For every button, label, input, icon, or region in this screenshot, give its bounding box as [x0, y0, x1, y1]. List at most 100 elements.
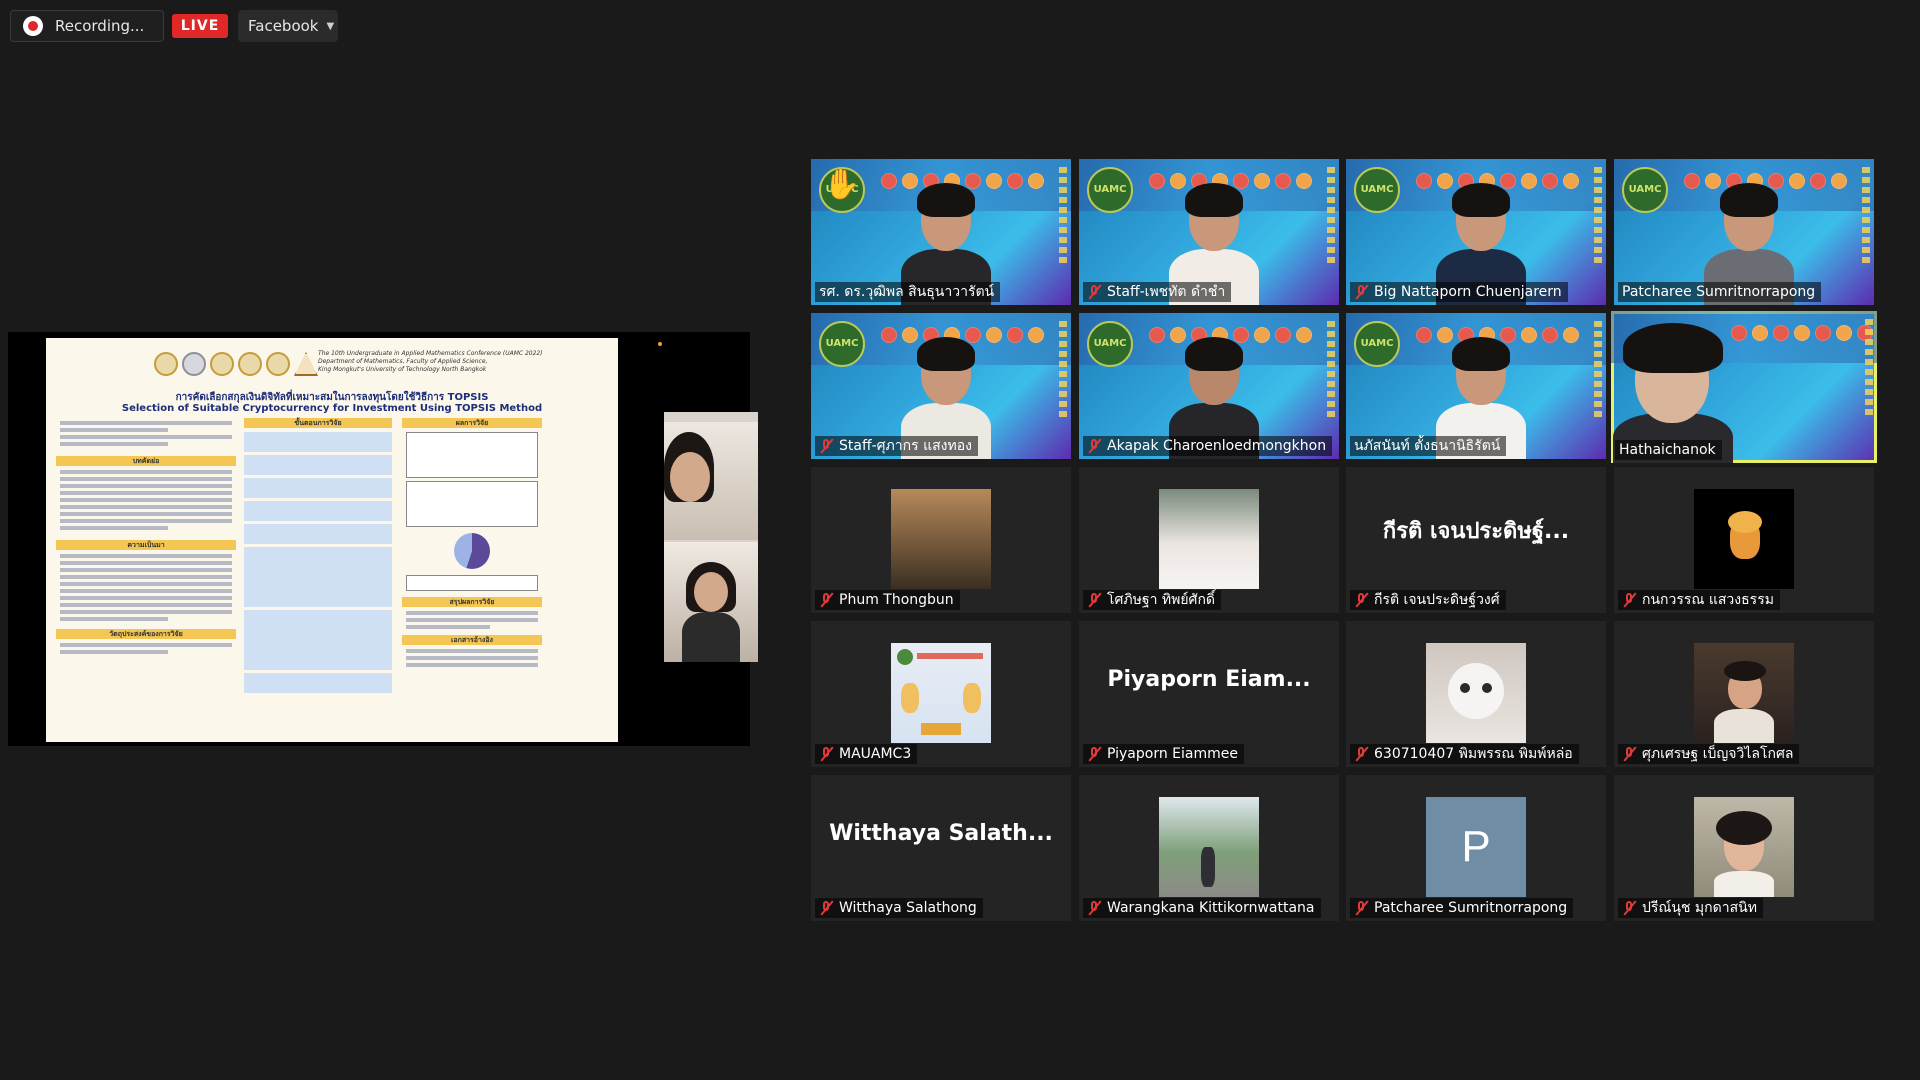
mic-muted-icon: [819, 439, 833, 453]
participant-tile[interactable]: Witthaya Salath... Witthaya Salathong: [811, 775, 1071, 921]
participant-name: 630710407 พิมพรรณ พิมพ์หล่อ: [1350, 744, 1579, 764]
mic-muted-icon: [819, 901, 833, 915]
poster-section-heading: เอกสารอ้างอิง: [402, 635, 542, 645]
raise-hand-icon: ✋: [823, 167, 861, 202]
poster-title-english: Selection of Suitable Cryptocurrency for…: [121, 403, 543, 414]
mic-muted-icon: [1622, 593, 1636, 607]
mic-muted-icon: [1354, 747, 1368, 761]
profile-photo: [1159, 489, 1259, 589]
participant-name: Akapak Charoenloedmongkhon: [1083, 436, 1333, 456]
participant-name: นภัสนันท์ ตั้งธนานิธิรัตน์: [1350, 436, 1507, 456]
poster-section-heading: วัตถุประสงค์ของการวิจัย: [56, 629, 236, 639]
participant-tile[interactable]: UAMC Big Nattaporn Chuenjarern: [1346, 159, 1606, 305]
recording-indicator[interactable]: Recording...: [10, 10, 164, 42]
uamc-logo: UAMC: [1087, 167, 1133, 213]
chevron-down-icon: ▼: [326, 20, 335, 32]
mic-muted-icon: [819, 747, 833, 761]
participant-name: Piyaporn Eiammee: [1083, 744, 1244, 764]
participant-tile[interactable]: UAMC Staff-ศุภากร แสงทอง: [811, 313, 1071, 459]
mic-muted-icon: [1087, 747, 1101, 761]
participant-tile[interactable]: กนกวรรณ แสวงธรรม: [1614, 467, 1874, 613]
participant-tile[interactable]: Warangkana Kittikornwattana: [1079, 775, 1339, 921]
logo-icon: [266, 352, 290, 376]
poster-section-heading: สรุปผลการวิจัย: [402, 597, 542, 607]
participant-name: Big Nattaporn Chuenjarern: [1350, 282, 1568, 302]
recording-label: Recording...: [55, 17, 145, 35]
logo-icon: [154, 352, 178, 376]
participant-tile[interactable]: Phum Thongbun: [811, 467, 1071, 613]
logo-icon: [210, 352, 234, 376]
mic-muted-icon: [1087, 439, 1101, 453]
participant-tile[interactable]: UAMC Staff-เพชทัต ดำชำ: [1079, 159, 1339, 305]
participant-name: Witthaya Salathong: [815, 898, 983, 918]
mic-muted-icon: [1087, 285, 1101, 299]
profile-photo: [1694, 489, 1794, 589]
participant-name: ศุภเศรษฐ เบ็ญจวิไลโกศล: [1618, 744, 1800, 764]
presenter-camera: [664, 412, 758, 662]
poster-section-heading: บทคัดย่อ: [56, 456, 236, 466]
participant-tile-active-speaker[interactable]: Hathaichanok: [1611, 311, 1877, 463]
uamc-logo: UAMC: [819, 321, 865, 367]
poster-section-heading: ขั้นตอนการวิจัย: [244, 418, 392, 428]
uamc-logo: UAMC: [1354, 167, 1400, 213]
participant-display-name: Piyaporn Eiam...: [1107, 667, 1311, 692]
mic-muted-icon: [1622, 901, 1636, 915]
poster-conference-info: The 10th Undergraduate in Applied Mathem…: [318, 350, 543, 373]
profile-photo: [1426, 643, 1526, 743]
cursor-indicator: [658, 342, 662, 346]
participant-name: รศ. ดร.วุฒิพล สินธุนาวารัตน์: [815, 282, 1001, 302]
participant-tile[interactable]: 630710407 พิมพรรณ พิมพ์หล่อ: [1346, 621, 1606, 767]
record-icon: [23, 16, 43, 36]
participant-tile[interactable]: MAUAMC3: [811, 621, 1071, 767]
participant-tile[interactable]: Piyaporn Eiam... Piyaporn Eiammee: [1079, 621, 1339, 767]
mic-muted-icon: [1087, 901, 1101, 915]
profile-photo: [891, 643, 991, 743]
mic-muted-icon: [1354, 593, 1368, 607]
participant-tile[interactable]: โศภิษฐา ทิพย์ศักดิ์: [1079, 467, 1339, 613]
participant-display-name: กีรติ เจนประดิษฐ์...: [1382, 519, 1570, 544]
participant-name: MAUAMC3: [815, 744, 918, 764]
participant-name: ปรีณ์นุช มุกดาสนิท: [1618, 898, 1763, 918]
live-badge: LIVE: [172, 14, 228, 38]
participant-name: โศภิษฐา ทิพย์ศักดิ์: [1083, 590, 1222, 610]
profile-photo: [891, 489, 991, 589]
participant-tile[interactable]: UAMC Patcharee Sumritnorrapong: [1614, 159, 1874, 305]
stream-target-label: Facebook: [248, 17, 319, 35]
shared-screen[interactable]: The 10th Undergraduate in Applied Mathem…: [8, 332, 758, 746]
poster-section-heading: ผลการวิจัย: [402, 418, 542, 428]
participant-name: กนกวรรณ แสวงธรรม: [1618, 590, 1780, 610]
participant-tile[interactable]: P Patcharee Sumritnorrapong: [1346, 775, 1606, 921]
participant-name: Staff-ศุภากร แสงทอง: [815, 436, 978, 456]
poster: The 10th Undergraduate in Applied Mathem…: [46, 338, 618, 742]
profile-photo: [1159, 797, 1259, 897]
participant-tile[interactable]: ปรีณ์นุช มุกดาสนิท: [1614, 775, 1874, 921]
participant-name: Phum Thongbun: [815, 590, 960, 610]
participant-tile[interactable]: UAMC ✋ รศ. ดร.วุฒิพล สินธุนาวารัตน์: [811, 159, 1071, 305]
participant-tile[interactable]: กีรติ เจนประดิษฐ์... กีรติ เจนประดิษฐ์วง…: [1346, 467, 1606, 613]
participant-name: Hathaichanok: [1615, 440, 1722, 460]
uamc-logo: UAMC: [1354, 321, 1400, 367]
participant-tile[interactable]: ศุภเศรษฐ เบ็ญจวิไลโกศล: [1614, 621, 1874, 767]
participant-name: Patcharee Sumritnorrapong: [1618, 282, 1822, 302]
participant-name: Patcharee Sumritnorrapong: [1350, 898, 1574, 918]
stream-target-dropdown[interactable]: Facebook ▼: [238, 10, 338, 42]
profile-photo: [1694, 643, 1794, 743]
profile-photo: [1694, 797, 1794, 897]
participant-name: Warangkana Kittikornwattana: [1083, 898, 1321, 918]
logo-icon: [294, 352, 318, 376]
mic-muted-icon: [1087, 593, 1101, 607]
mic-muted-icon: [819, 593, 833, 607]
participant-tile[interactable]: UAMC Akapak Charoenloedmongkhon: [1079, 313, 1339, 459]
participant-name: กีรติ เจนประดิษฐ์วงศ์: [1350, 590, 1506, 610]
mic-muted-icon: [1354, 901, 1368, 915]
poster-logos: [154, 352, 318, 376]
logo-icon: [182, 352, 206, 376]
uamc-logo: UAMC: [1087, 321, 1133, 367]
participant-tile[interactable]: UAMC นภัสนันท์ ตั้งธนานิธิรัตน์: [1346, 313, 1606, 459]
participant-name: Staff-เพชทัต ดำชำ: [1083, 282, 1232, 302]
avatar: P: [1426, 797, 1526, 897]
participant-display-name: Witthaya Salath...: [829, 821, 1053, 846]
poster-column-left: บทคัดย่อ ความเป็นมา วัตถุประสงค์ของการวิ…: [56, 418, 236, 657]
poster-column-right: ผลการวิจัย สรุปผลการวิจัย เอกสารอ้างอิง: [402, 418, 542, 670]
poster-section-heading: ความเป็นมา: [56, 540, 236, 550]
